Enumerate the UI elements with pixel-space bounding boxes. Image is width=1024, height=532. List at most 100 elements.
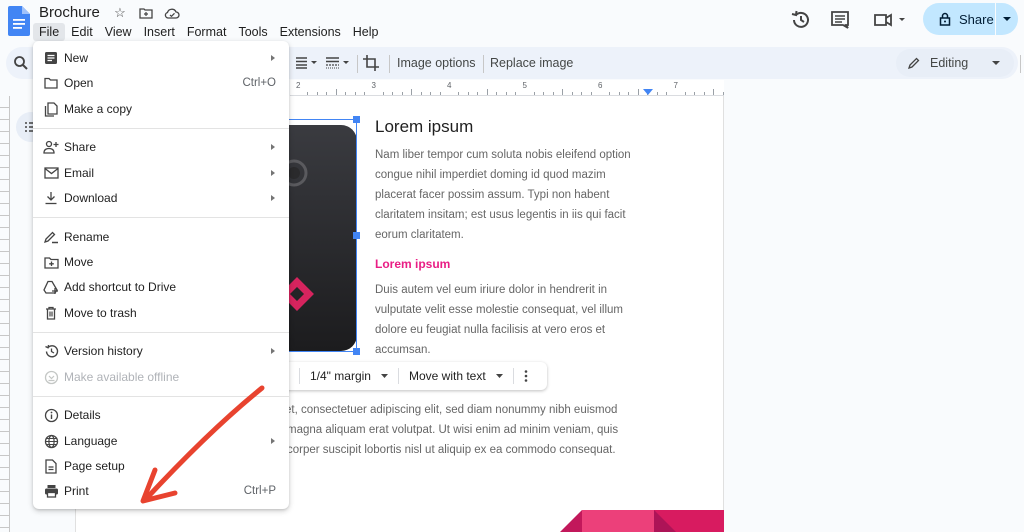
ruler-tick <box>571 92 573 95</box>
docs-logo-icon[interactable] <box>8 6 30 36</box>
ruler-tick <box>722 92 724 95</box>
menu-item-label: Share <box>64 140 97 154</box>
pencil-icon <box>908 57 920 69</box>
page-setup-icon <box>43 458 59 474</box>
ruler-tick <box>467 92 469 95</box>
ruler-tick <box>505 92 507 95</box>
menu-item-share[interactable]: Share <box>33 135 289 159</box>
border-dropdown[interactable] <box>326 47 350 79</box>
ruler-tick <box>713 89 715 95</box>
image-wrap-dropdown[interactable] <box>296 47 318 79</box>
ruler-tick <box>354 92 356 95</box>
ruler-tick <box>382 92 384 95</box>
submenu-arrow-icon <box>271 348 275 354</box>
menu-item-label: Email <box>64 166 95 180</box>
move-folder-icon[interactable] <box>137 4 155 22</box>
ruler-tick <box>316 92 318 95</box>
menu-item-add-shortcut-to-drive[interactable]: Add shortcut to Drive <box>33 275 289 299</box>
drive-shortcut-icon <box>43 279 59 295</box>
editing-mode-dropdown[interactable]: Editing <box>896 49 1014 77</box>
crop-image-button[interactable] <box>363 47 379 79</box>
menu-item-make-a-copy[interactable]: Make a copy <box>33 97 289 121</box>
replace-image-button[interactable]: Replace image <box>490 47 573 79</box>
print-icon <box>43 483 59 499</box>
chevron-down-icon <box>992 60 1000 65</box>
submenu-arrow-icon <box>271 438 275 444</box>
menu-item-print[interactable]: Print Ctrl+P <box>33 479 289 503</box>
meet-icon[interactable] <box>872 9 908 31</box>
ruler-tick <box>628 92 630 95</box>
menu-item-label: Add shortcut to Drive <box>64 280 177 294</box>
version-history-icon[interactable] <box>790 9 812 31</box>
star-icon[interactable]: ☆ <box>111 4 129 22</box>
submenu-arrow-icon <box>271 195 275 201</box>
menu-item-move-to-trash[interactable]: Move to trash <box>33 301 289 325</box>
menu-tools[interactable]: Tools <box>232 23 273 41</box>
menu-file[interactable]: File <box>33 23 66 41</box>
margin-dropdown[interactable]: 1/4" margin <box>300 369 398 383</box>
menu-item-rename[interactable]: Rename <box>33 225 289 249</box>
ruler-tick <box>656 92 658 95</box>
menu-view[interactable]: View <box>99 23 138 41</box>
menu-item-download[interactable]: Download <box>33 186 289 210</box>
menu-extensions[interactable]: Extensions <box>274 23 347 41</box>
menu-item-label: Make a copy <box>64 102 133 116</box>
offline-icon <box>43 369 59 385</box>
menu-item-version-history[interactable]: Version history <box>33 339 289 363</box>
menu-item-shortcut: Ctrl+O <box>242 77 276 89</box>
paragraph-3[interactable]: et, consectetuer adipiscing elit, sed di… <box>285 400 618 460</box>
wrap-mode-dropdown[interactable]: Move with text <box>399 369 513 383</box>
menu-edit[interactable]: Edit <box>65 23 99 41</box>
more-options-button[interactable] <box>514 370 538 382</box>
copy-icon <box>43 101 59 117</box>
ruler-tick <box>684 92 686 95</box>
crop-icon <box>363 55 379 71</box>
menu-item-email[interactable]: Email <box>33 161 289 185</box>
search-menus-icon[interactable] <box>12 54 30 72</box>
ruler-label: 2 <box>296 81 301 90</box>
submenu-arrow-icon <box>271 144 275 150</box>
cloud-saved-icon[interactable] <box>163 4 181 22</box>
ruler-tick <box>618 92 620 95</box>
menu-item-move[interactable]: Move <box>33 250 289 274</box>
ruler-tick <box>543 92 545 95</box>
heading-2[interactable]: Lorem ipsum <box>375 257 450 271</box>
ruler-tick <box>562 89 564 95</box>
line-spacing-icon <box>296 57 317 69</box>
menu-format[interactable]: Format <box>181 23 233 41</box>
right-indent-marker[interactable] <box>643 89 653 95</box>
menu-insert[interactable]: Insert <box>138 23 181 41</box>
menu-item-new[interactable]: New <box>33 46 289 70</box>
ruler-tick <box>392 92 394 95</box>
share-dropdown-icon[interactable] <box>996 16 1018 22</box>
comments-icon[interactable] <box>829 9 851 31</box>
menu-item-details[interactable]: Details <box>33 403 289 427</box>
paragraph-1[interactable]: Nam liber tempor cum soluta nobis eleife… <box>375 145 631 245</box>
menu-item-label: Language <box>64 434 118 448</box>
ruler-tick <box>430 92 432 95</box>
info-icon <box>43 407 59 423</box>
more-vert-icon <box>524 370 527 382</box>
menu-help[interactable]: Help <box>347 23 385 41</box>
image-options-button[interactable]: Image options <box>397 47 476 79</box>
paragraph-2[interactable]: Duis autem vel eum iriure dolor in hendr… <box>375 280 623 360</box>
vertical-ruler[interactable] <box>0 96 10 532</box>
ruler-tick <box>552 92 554 95</box>
ruler-tick <box>411 89 413 95</box>
document-title[interactable]: Brochure <box>39 4 100 21</box>
ruler-tick <box>496 92 498 95</box>
menu-item-language[interactable]: Language <box>33 429 289 453</box>
ruler-tick <box>307 92 309 95</box>
ruler-tick <box>345 92 347 95</box>
menu-item-open[interactable]: Open Ctrl+O <box>33 71 289 95</box>
share-button[interactable]: Share <box>923 3 1018 35</box>
menu-divider <box>33 128 289 129</box>
history-icon <box>43 343 59 359</box>
decorative-shape <box>560 510 724 532</box>
ruler-tick <box>439 92 441 95</box>
ruler-label: 7 <box>673 81 678 90</box>
menu-item-page-setup[interactable]: Page setup <box>33 454 289 478</box>
heading-1[interactable]: Lorem ipsum <box>375 117 473 137</box>
menu-item-make-available-offline: Make available offline <box>33 365 289 389</box>
ruler-tick <box>458 92 460 95</box>
